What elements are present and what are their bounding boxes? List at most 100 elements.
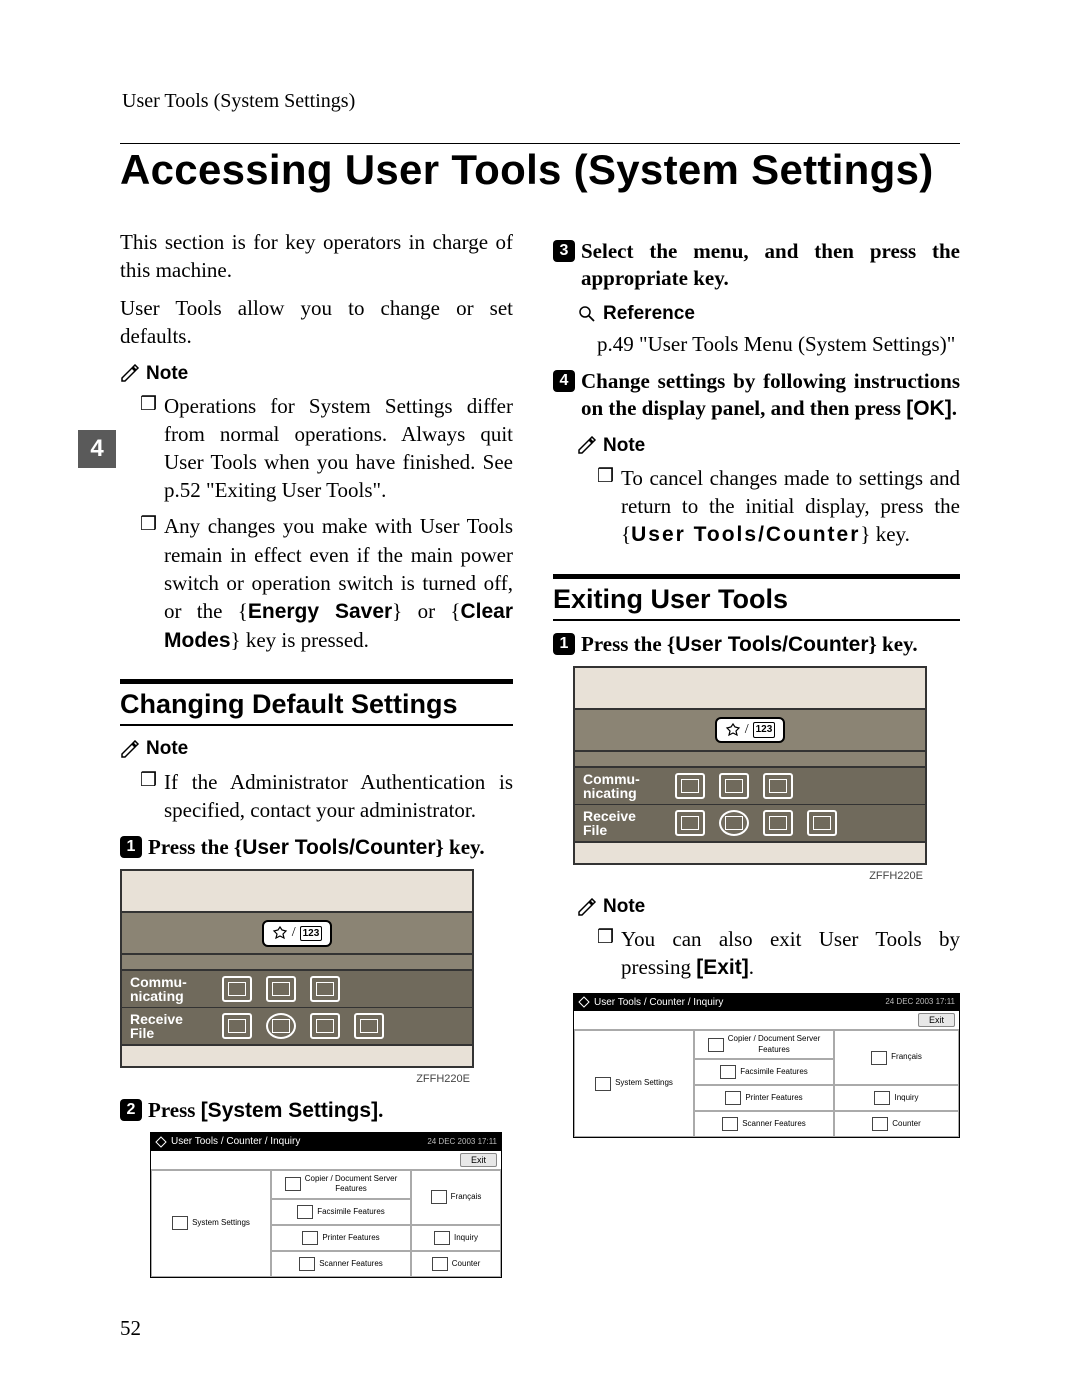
intro-paragraph-1: This section is for key operators in cha… xyxy=(120,228,513,284)
user-tools-counter-key-icon: / 123 xyxy=(262,920,333,947)
panel-row-label: Commu- nicating xyxy=(583,772,661,800)
copier-features-button[interactable]: Copier / Document Server Features xyxy=(271,1170,411,1199)
printer-icon xyxy=(302,1231,318,1245)
note-list-2: If the Administrator Authentication is s… xyxy=(120,768,513,824)
control-panel-illustration: / 123 Commu- nicating Receive File xyxy=(120,869,474,1068)
printer-features-button[interactable]: Printer Features xyxy=(694,1085,834,1111)
step-1: 1 Press the {User Tools/Counter} key. xyxy=(120,834,513,861)
fax-icon xyxy=(297,1205,313,1219)
fax-features-button[interactable]: Facsimile Features xyxy=(694,1059,834,1085)
note-label: Note xyxy=(146,361,188,386)
note-item: Operations for System Settings differ fr… xyxy=(140,392,513,505)
note-list-3: To cancel changes made to settings and r… xyxy=(553,464,960,549)
reference-label: Reference xyxy=(603,301,695,326)
scanner-features-button[interactable]: Scanner Features xyxy=(694,1111,834,1137)
info-icon xyxy=(434,1231,450,1245)
file-icon xyxy=(266,1013,296,1039)
francais-button[interactable]: Français xyxy=(411,1170,501,1225)
reference-heading: Reference xyxy=(577,301,960,326)
control-panel-illustration: / 123 Commu- nicating Receive File xyxy=(573,666,927,865)
inquiry-button[interactable]: Inquiry xyxy=(834,1085,959,1111)
note-label: Note xyxy=(603,433,645,458)
counter-123-icon: 123 xyxy=(753,722,776,737)
step-number-icon: 2 xyxy=(120,1099,142,1121)
note-item: You can also exit User Tools by pressing… xyxy=(597,925,960,982)
user-tools-counter-key-icon: / 123 xyxy=(715,717,786,744)
exit-button[interactable]: Exit xyxy=(918,1013,955,1027)
panel-row-communicating: Commu- nicating xyxy=(122,971,472,1007)
counter-123-icon: 123 xyxy=(300,926,323,941)
gear-icon xyxy=(595,1077,611,1091)
note-label: Note xyxy=(603,894,645,919)
panel-row-label: Receive File xyxy=(583,809,661,837)
system-settings-button[interactable]: System Settings xyxy=(151,1170,271,1277)
step-number-icon: 4 xyxy=(553,370,575,392)
francais-button[interactable]: Français xyxy=(834,1030,959,1085)
step-text: Press the {User Tools/Counter} key. xyxy=(581,631,918,658)
note-item: Any changes you make with User Tools rem… xyxy=(140,512,513,655)
comm-icon xyxy=(675,773,705,799)
step-text: Press [System Settings]. xyxy=(148,1097,383,1124)
file-icon xyxy=(310,1013,340,1039)
scanner-features-button[interactable]: Scanner Features xyxy=(271,1251,411,1277)
pencil-icon xyxy=(120,364,140,382)
printer-features-button[interactable]: Printer Features xyxy=(271,1225,411,1251)
panel-row-label: Receive File xyxy=(130,1012,208,1040)
screen-datetime: 24 DEC 2003 17:11 xyxy=(885,997,955,1008)
globe-icon xyxy=(871,1051,887,1065)
right-column: 3 Select the menu, and then press the ap… xyxy=(553,228,960,1282)
figure-caption: ZFFH220E xyxy=(573,869,923,884)
file-icon xyxy=(354,1013,384,1039)
step-2: 2 Press [System Settings]. xyxy=(120,1097,513,1124)
header-rule xyxy=(120,143,960,144)
note-heading: Note xyxy=(120,361,513,386)
panel-row-receive-file: Receive File xyxy=(122,1007,472,1044)
panel-row-receive-file: Receive File xyxy=(575,804,925,841)
diamond-icon xyxy=(155,1136,167,1148)
step-text: Change settings by following instruction… xyxy=(581,368,960,423)
exit-button[interactable]: Exit xyxy=(460,1153,497,1167)
file-icon xyxy=(763,810,793,836)
note-heading: Note xyxy=(577,433,960,458)
file-icon xyxy=(719,810,749,836)
copier-icon xyxy=(285,1177,301,1191)
fax-features-button[interactable]: Facsimile Features xyxy=(271,1199,411,1225)
scanner-icon xyxy=(299,1257,315,1271)
lcd-screenshot: User Tools / Counter / Inquiry 24 DEC 20… xyxy=(573,993,960,1139)
reference-text: p.49 "User Tools Menu (System Settings)" xyxy=(597,330,960,358)
note-heading: Note xyxy=(120,736,513,761)
fax-icon xyxy=(720,1065,736,1079)
comm-icon xyxy=(266,976,296,1002)
counter-button[interactable]: Counter xyxy=(834,1111,959,1137)
magnifier-icon xyxy=(577,304,597,322)
page-title: Accessing User Tools (System Settings) xyxy=(120,146,960,194)
step-e1: 1 Press the {User Tools/Counter} key. xyxy=(553,631,960,658)
gear-icon xyxy=(172,1216,188,1230)
copier-icon xyxy=(708,1038,724,1052)
globe-icon xyxy=(431,1190,447,1204)
figure-caption: ZFFH220E xyxy=(120,1072,470,1087)
note-item: To cancel changes made to settings and r… xyxy=(597,464,960,549)
counter-icon xyxy=(432,1257,448,1271)
counter-button[interactable]: Counter xyxy=(411,1251,501,1277)
scanner-icon xyxy=(722,1117,738,1131)
lcd-screenshot: User Tools / Counter / Inquiry 24 DEC 20… xyxy=(150,1132,502,1278)
comm-icon xyxy=(310,976,340,1002)
copier-features-button[interactable]: Copier / Document Server Features xyxy=(694,1030,834,1059)
system-settings-button[interactable]: System Settings xyxy=(574,1030,694,1137)
pencil-icon xyxy=(120,740,140,758)
screen-datetime: 24 DEC 2003 17:11 xyxy=(427,1137,497,1148)
comm-icon xyxy=(763,773,793,799)
note-item: If the Administrator Authentication is s… xyxy=(140,768,513,824)
inquiry-button[interactable]: Inquiry xyxy=(411,1225,501,1251)
counter-icon xyxy=(872,1117,888,1131)
step-number-icon: 3 xyxy=(553,240,575,262)
page: 4 User Tools (System Settings) Accessing… xyxy=(0,0,1080,1397)
step-3: 3 Select the menu, and then press the ap… xyxy=(553,238,960,293)
section-heading-changing: Changing Default Settings xyxy=(120,679,513,726)
panel-row-communicating: Commu- nicating xyxy=(575,768,925,804)
intro-paragraph-2: User Tools allow you to change or set de… xyxy=(120,294,513,350)
panel-row-label: Commu- nicating xyxy=(130,975,208,1003)
note-item-text: Operations for System Settings differ fr… xyxy=(164,394,513,502)
page-number: 52 xyxy=(120,1316,141,1341)
